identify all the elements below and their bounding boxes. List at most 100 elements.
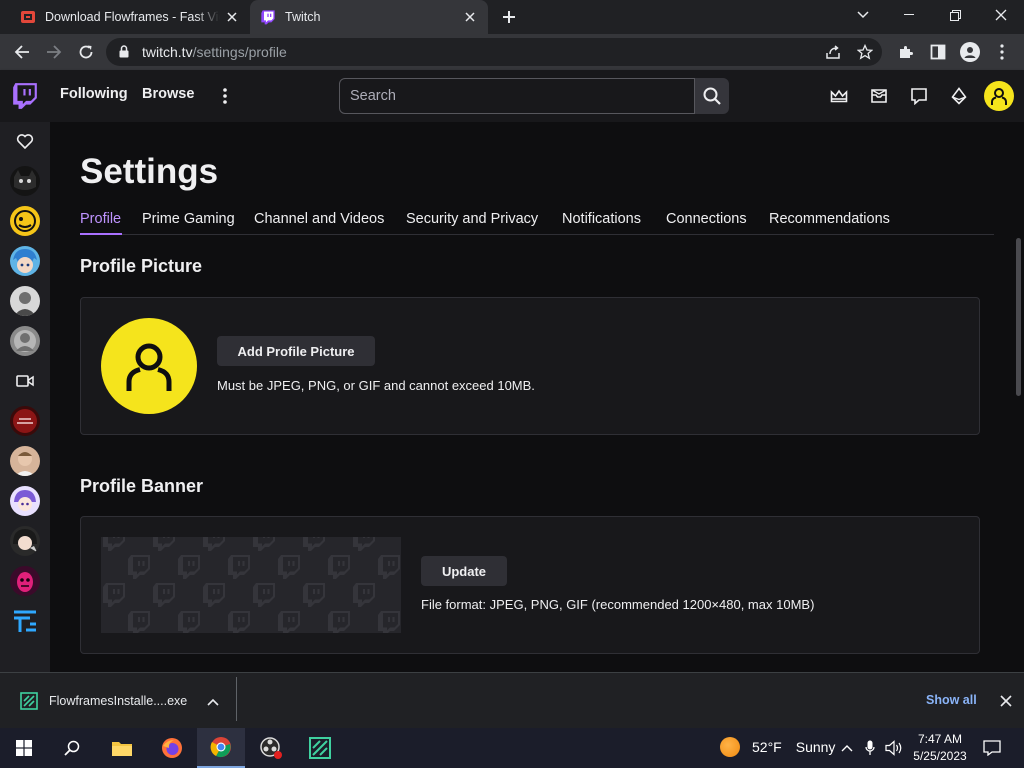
anime-avatar-icon [13, 249, 37, 273]
get-bits-button[interactable] [947, 84, 971, 108]
tab-title: Twitch [285, 10, 321, 24]
profile-banner-heading: Profile Banner [80, 476, 204, 496]
browser-tab-twitch[interactable]: Twitch [250, 0, 488, 34]
tab-connections[interactable]: Connections [666, 211, 747, 227]
tab-notifications[interactable]: Notifications [562, 211, 641, 227]
new-tab-button[interactable] [497, 5, 521, 29]
minimize-icon [904, 14, 914, 15]
browse-link[interactable]: Browse [142, 86, 194, 102]
volume-button[interactable] [884, 738, 904, 758]
add-profile-picture-button[interactable]: Add Profile Picture [217, 336, 375, 366]
forward-button[interactable] [40, 38, 68, 66]
url-text: twitch.tv/settings/profile [142, 44, 287, 60]
recommended-channels-button[interactable] [13, 369, 37, 393]
prime-loot-button[interactable] [827, 84, 851, 108]
search-input[interactable] [339, 78, 695, 114]
show-all-downloads-link[interactable]: Show all [926, 693, 977, 707]
channel-avatar[interactable] [10, 286, 40, 316]
share-button[interactable] [819, 38, 847, 66]
user-avatar-icon [991, 88, 1007, 105]
followed-channels-button[interactable] [13, 129, 37, 153]
chevron-up-icon [207, 698, 219, 706]
person-icon [960, 42, 980, 62]
profile-banner-card: Update File format: JPEG, PNG, GIF (reco… [80, 516, 980, 654]
extensions-button[interactable] [892, 38, 920, 66]
browser-menu-button[interactable] [988, 38, 1016, 66]
back-button[interactable] [8, 38, 36, 66]
notification-center-button[interactable] [980, 736, 1004, 760]
show-hidden-icons-button[interactable] [837, 738, 857, 758]
tab-title: Download Flowframes - Fast Vide [45, 10, 220, 24]
blue-logo-avatar-icon [14, 610, 36, 632]
bookmark-button[interactable] [851, 38, 879, 66]
file-explorer-button[interactable] [98, 728, 146, 768]
kebab-menu-icon [223, 88, 227, 104]
flowframes-button[interactable] [296, 728, 344, 768]
channel-avatar[interactable] [10, 486, 40, 516]
restore-button[interactable] [932, 0, 978, 30]
tab-search-button[interactable] [840, 0, 886, 30]
close-tab-icon[interactable] [220, 5, 244, 29]
close-window-button[interactable] [978, 0, 1024, 30]
twitch-logo-icon[interactable] [12, 82, 38, 110]
chevron-up-icon [841, 745, 853, 752]
microphone-button[interactable] [860, 738, 880, 758]
channel-avatar[interactable] [10, 166, 40, 196]
user-menu-avatar[interactable] [984, 81, 1014, 111]
channel-avatar[interactable] [10, 526, 40, 556]
channel-avatar[interactable] [10, 326, 40, 356]
reload-button[interactable] [72, 38, 100, 66]
followed-channels-rail [0, 122, 50, 672]
cat-avatar-icon [14, 170, 36, 190]
notifications-button[interactable] [867, 84, 891, 108]
minimize-button[interactable] [886, 0, 932, 30]
profile-picture-heading: Profile Picture [80, 256, 203, 276]
download-file-name[interactable]: FlowframesInstalle....exe [49, 694, 187, 708]
channel-avatar[interactable] [10, 566, 40, 596]
following-link[interactable]: Following [60, 86, 128, 102]
puzzle-icon [900, 46, 913, 58]
browser-tab-strip: Download Flowframes - Fast Vide Twitch [0, 0, 1024, 34]
settings-main: Settings Profile Prime Gaming Channel an… [50, 122, 1024, 672]
channel-avatar[interactable] [10, 606, 40, 636]
side-panel-button[interactable] [924, 38, 952, 66]
search-button[interactable] [695, 78, 729, 114]
obs-button[interactable] [247, 728, 295, 768]
chrome-button[interactable] [197, 728, 245, 768]
crown-icon [830, 89, 848, 103]
more-menu-button[interactable] [216, 84, 234, 108]
scrollbar-thumb[interactable] [1016, 238, 1021, 396]
channel-avatar[interactable] [10, 206, 40, 236]
channel-avatar[interactable] [10, 406, 40, 436]
tab-security-and-privacy[interactable]: Security and Privacy [406, 211, 538, 227]
flowframes-favicon-icon [21, 11, 35, 23]
profile-picture-avatar [101, 318, 197, 414]
close-shelf-button[interactable] [996, 691, 1016, 711]
browser-tab-flowframes[interactable]: Download Flowframes - Fast Vide [0, 0, 250, 34]
download-options-button[interactable] [204, 693, 222, 711]
search-icon [703, 87, 721, 105]
close-icon [995, 9, 1007, 21]
tab-prime-gaming[interactable]: Prime Gaming [142, 211, 235, 227]
tab-profile[interactable]: Profile [80, 211, 121, 227]
clock[interactable]: 7:47 AM 5/25/2023 [905, 731, 975, 765]
taskbar-search-button[interactable] [48, 728, 96, 768]
profile-button[interactable] [956, 38, 984, 66]
address-bar[interactable]: twitch.tv/settings/profile [106, 38, 882, 66]
twitch-glitch-pattern [103, 537, 400, 633]
start-button[interactable] [0, 728, 48, 768]
update-banner-button[interactable]: Update [421, 556, 507, 586]
tab-recommendations[interactable]: Recommendations [769, 211, 890, 227]
weather-temperature: 52°F [752, 739, 782, 755]
active-tab-indicator [80, 233, 122, 235]
channel-avatar[interactable] [10, 446, 40, 476]
windows-taskbar: 52°F Sunny 7:47 AM 5/25/2023 [0, 728, 1024, 768]
whispers-button[interactable] [907, 84, 931, 108]
clock-time: 7:47 AM [917, 732, 963, 746]
firefox-button[interactable] [148, 728, 196, 768]
channel-avatar[interactable] [10, 246, 40, 276]
tab-channel-and-videos[interactable]: Channel and Videos [254, 211, 384, 227]
close-tab-icon[interactable] [458, 5, 482, 29]
sun-icon [720, 737, 740, 757]
weather-widget[interactable]: 52°F Sunny [720, 737, 835, 757]
